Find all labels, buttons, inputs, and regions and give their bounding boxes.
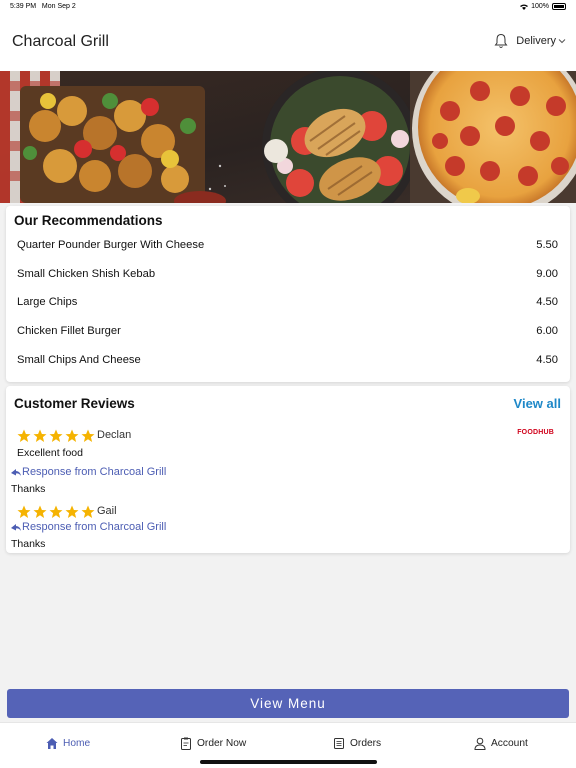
response-label: Response from Charcoal Grill — [22, 521, 167, 533]
view-all-link[interactable]: View all — [514, 396, 561, 411]
bell-icon[interactable] — [494, 33, 508, 49]
response-header: Response from Charcoal Grill — [11, 466, 166, 478]
recommendations-card: Our Recommendations Quarter Pounder Burg… — [6, 206, 570, 382]
foodhub-logo: FOODHUB — [517, 429, 554, 436]
response-text: Thanks — [11, 538, 46, 550]
recommendation-item[interactable]: Small Chicken Shish Kebab 9.00 — [17, 268, 558, 284]
reply-icon — [11, 469, 21, 476]
star-icon — [33, 429, 47, 442]
star-icon — [65, 429, 79, 442]
item-name: Small Chips And Cheese — [17, 354, 141, 366]
tab-home[interactable]: Home — [46, 737, 90, 750]
item-price: 4.50 — [536, 296, 558, 308]
star-icon — [81, 505, 95, 518]
tab-label: Order Now — [197, 738, 247, 749]
tab-label: Home — [63, 738, 91, 749]
reply-icon — [11, 524, 21, 531]
item-price: 9.00 — [536, 268, 558, 280]
page-title: Charcoal Grill — [12, 33, 109, 50]
item-name: Quarter Pounder Burger With Cheese — [17, 239, 205, 251]
status-indicators: 100% — [520, 3, 566, 10]
review-text: Excellent food — [17, 447, 83, 459]
star-icon — [65, 505, 79, 518]
delivery-label: Delivery — [516, 35, 556, 47]
tab-label: Orders — [350, 738, 382, 749]
item-name: Chicken Fillet Burger — [17, 325, 121, 337]
reviewer-name: Declan — [97, 429, 132, 441]
status-date: Mon Sep 2 — [41, 3, 76, 10]
receipt-icon — [334, 738, 344, 749]
app-header: Charcoal Grill Delivery — [0, 14, 576, 71]
reviews-title: Customer Reviews — [14, 396, 135, 411]
home-indicator — [200, 760, 377, 764]
delivery-selector[interactable]: Delivery — [516, 35, 566, 47]
recommendation-item[interactable]: Small Chips And Cheese 4.50 — [17, 354, 558, 370]
response-header: Response from Charcoal Grill — [11, 521, 166, 533]
star-icon — [49, 505, 63, 518]
star-icon — [49, 429, 63, 442]
response-label: Response from Charcoal Grill — [22, 466, 167, 478]
item-name: Small Chicken Shish Kebab — [17, 268, 156, 280]
bottom-tab-bar: Home Order Now Orders Account — [0, 722, 576, 768]
item-price: 4.50 — [536, 354, 558, 366]
recommendation-item[interactable]: Quarter Pounder Burger With Cheese 5.50 — [17, 239, 558, 255]
tab-orders[interactable]: Orders — [333, 737, 381, 750]
item-price: 5.50 — [536, 239, 558, 251]
clipboard-icon — [181, 737, 191, 750]
item-price: 6.00 — [536, 325, 558, 337]
tab-label: Account — [491, 738, 528, 749]
item-name: Large Chips — [17, 296, 78, 308]
recommendation-item[interactable]: Chicken Fillet Burger 6.00 — [17, 325, 558, 341]
battery-icon — [552, 3, 566, 10]
battery-percent: 100% — [531, 3, 549, 10]
star-icon — [33, 505, 47, 518]
chevron-down-icon — [558, 39, 566, 44]
status-time: 5:39 PM Mon Sep 2 — [10, 3, 76, 10]
hero-food-image — [0, 71, 576, 203]
home-icon — [46, 738, 58, 749]
wifi-icon — [520, 4, 529, 10]
star-icon — [81, 429, 95, 442]
view-menu-button[interactable]: View Menu — [7, 689, 569, 718]
response-text: Thanks — [11, 483, 46, 495]
recommendation-item[interactable]: Large Chips 4.50 — [17, 296, 558, 312]
reviewer-name: Gail — [97, 505, 117, 517]
reviews-card: Customer Reviews View all FOODHUB Declan… — [6, 386, 570, 553]
star-rating — [17, 429, 95, 443]
status-bar: 5:39 PM Mon Sep 2 100% — [0, 0, 576, 14]
status-time-value: 5:39 PM — [10, 3, 37, 10]
tab-order-now[interactable]: Order Now — [180, 737, 246, 750]
header-actions: Delivery — [494, 33, 566, 49]
star-icon — [17, 429, 31, 442]
star-rating — [17, 505, 95, 519]
star-icon — [17, 505, 31, 518]
recommendations-title: Our Recommendations — [14, 213, 163, 228]
tab-account[interactable]: Account — [474, 737, 528, 750]
person-icon — [474, 737, 486, 750]
